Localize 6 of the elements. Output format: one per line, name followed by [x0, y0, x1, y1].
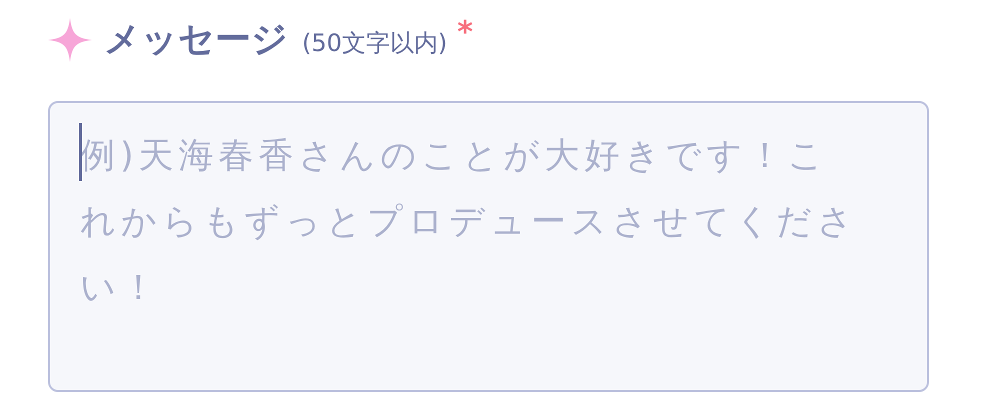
message-field[interactable]: 例)天海春香さんのことが大好きです！これからもずっとプロデュースさせてください！ — [48, 101, 929, 392]
required-mark: * — [457, 18, 473, 48]
text-cursor — [79, 123, 82, 181]
sparkle-icon — [48, 18, 92, 62]
field-label: メッセージ — [104, 22, 288, 58]
field-hint: (50文字以内) — [302, 31, 448, 55]
